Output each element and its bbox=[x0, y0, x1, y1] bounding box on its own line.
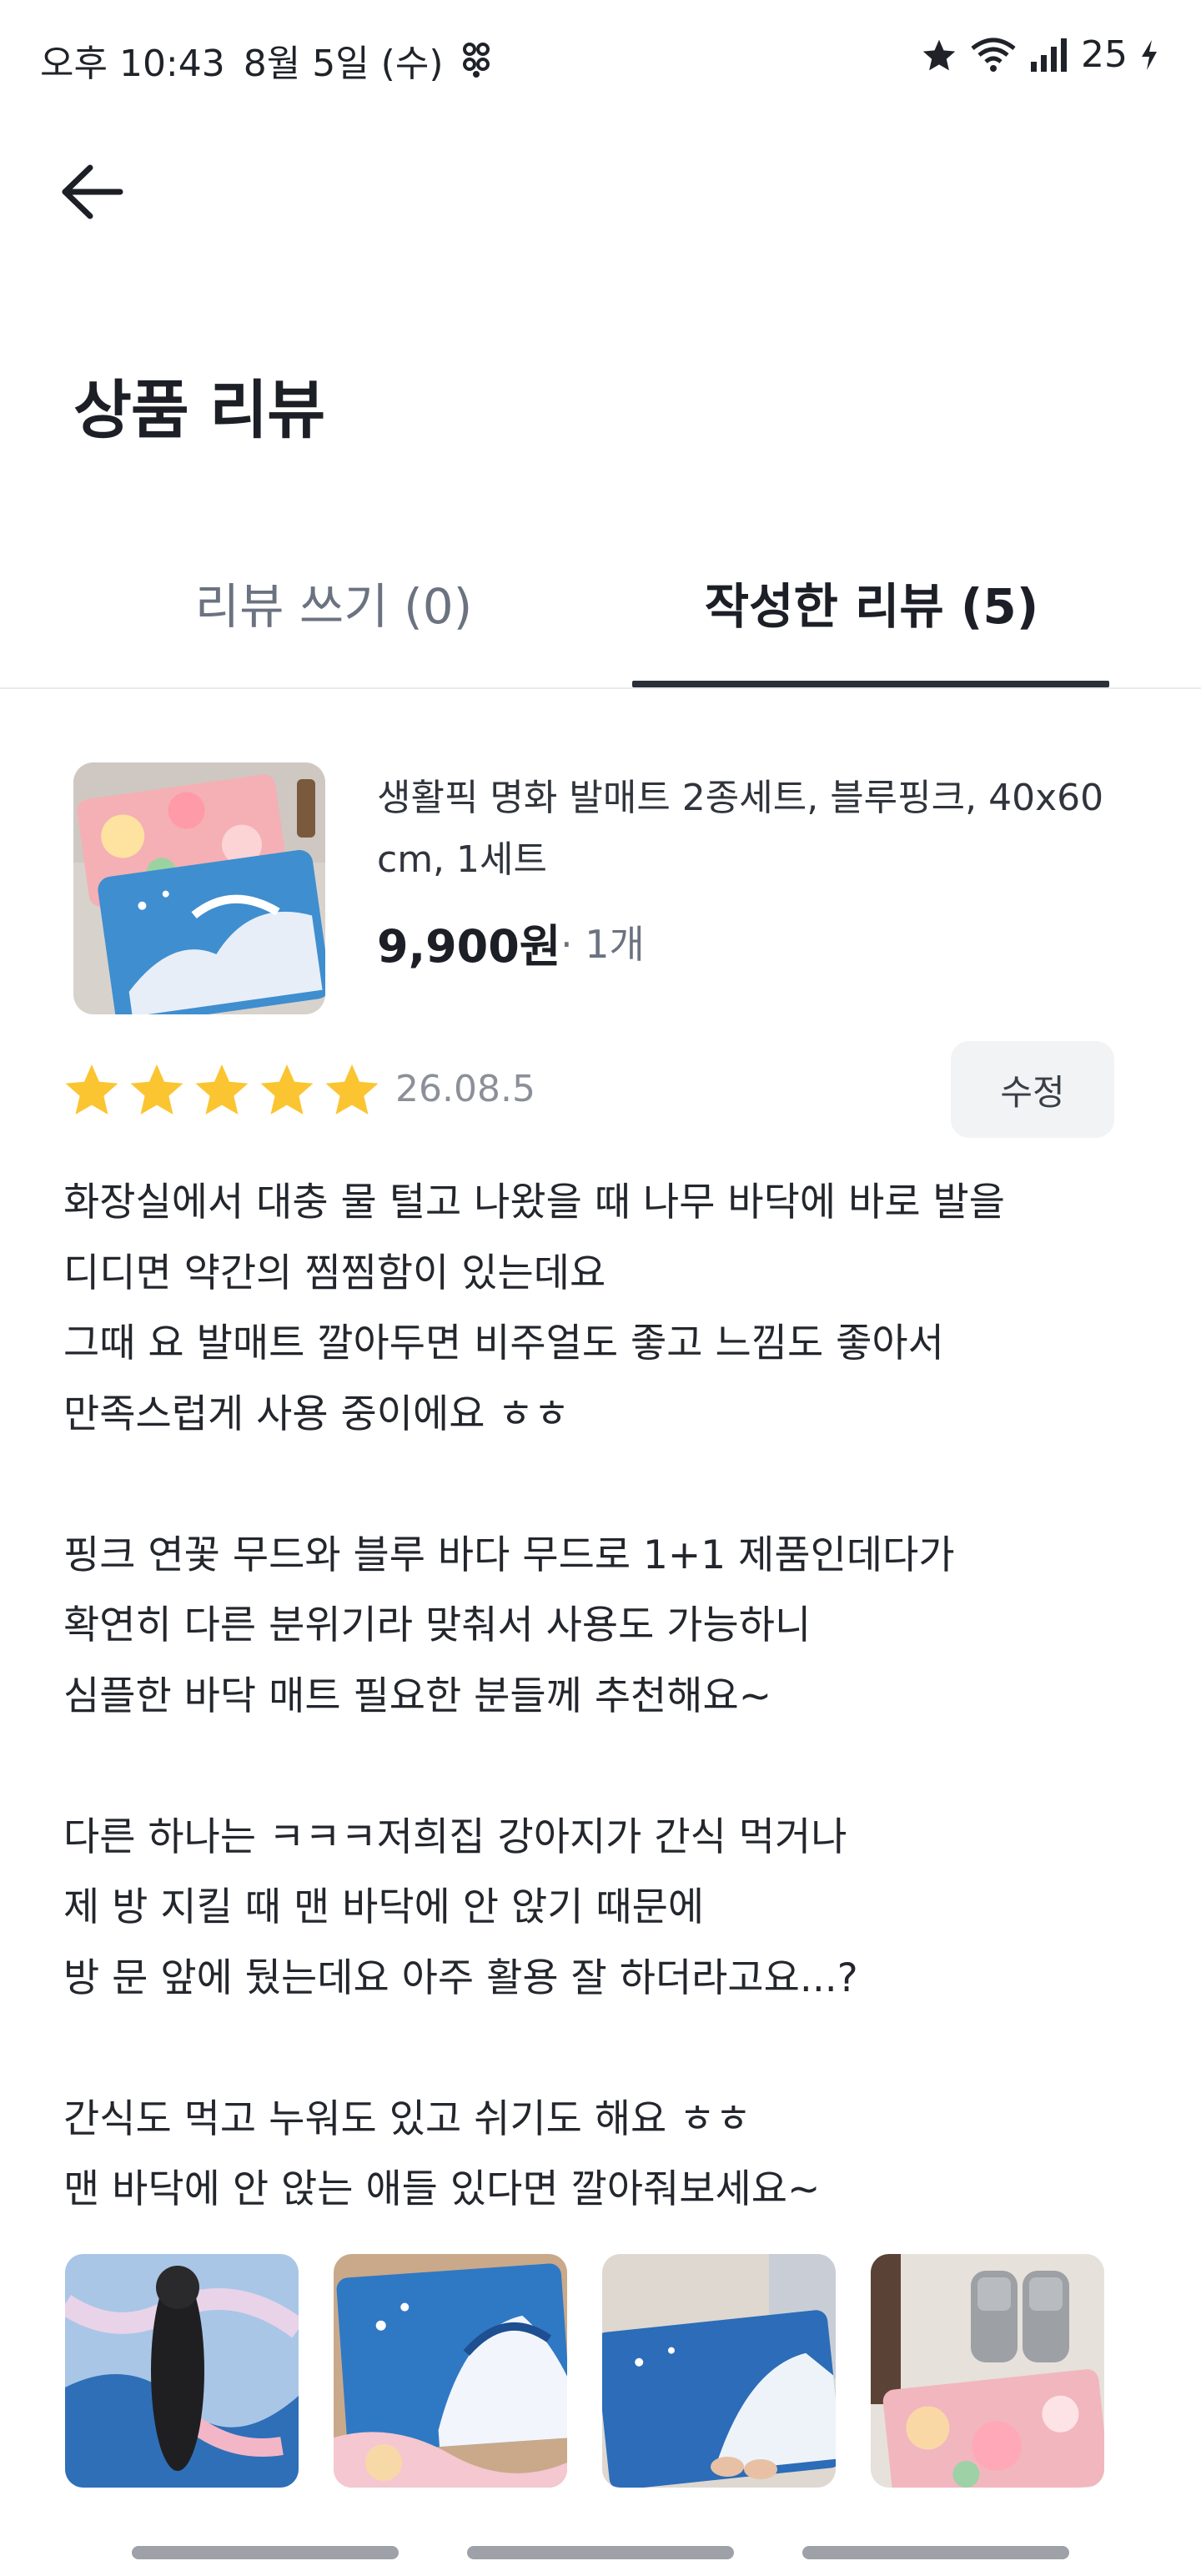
product-quantity: · 1개 bbox=[560, 922, 645, 967]
star-icon bbox=[130, 1064, 183, 1114]
charging-icon bbox=[1139, 38, 1159, 72]
star-icon bbox=[260, 1064, 314, 1114]
review-line: 심플한 바닥 매트 필요한 분들께 추천해요~ bbox=[63, 1673, 772, 1719]
status-right: 25 bbox=[921, 33, 1159, 76]
link-icon bbox=[461, 41, 491, 79]
review-line: 간식도 먹고 누워도 있고 쉬기도 해요 ㅎㅎ bbox=[63, 2096, 751, 2142]
back-button[interactable] bbox=[50, 150, 133, 234]
review-line bbox=[63, 2014, 1148, 2085]
review-text: 화장실에서 대충 물 털고 나왔을 때 나무 바닥에 바로 발을 디디면 약간의… bbox=[63, 1168, 1148, 2226]
review-photo[interactable] bbox=[871, 2254, 1104, 2488]
status-time: 오후 10:43 bbox=[40, 43, 225, 85]
status-date: 8월 5일 (수) bbox=[243, 43, 444, 85]
product-name[interactable]: 생활픽 명화 발매트 2종세트, 블루핑크, 40x60 cm, 1세트 bbox=[377, 767, 1128, 891]
review-line: 맨 바닥에 안 앉는 애들 있다면 깔아줘보세요~ bbox=[63, 2166, 821, 2212]
scroll-pill bbox=[467, 2546, 734, 2559]
review-line: 방 문 앞에 뒀는데요 아주 활용 잘 하더라고요...? bbox=[63, 1955, 858, 2001]
arrow-left-icon bbox=[62, 164, 123, 219]
wifi-icon bbox=[969, 37, 1018, 73]
product-price: 9,900원 bbox=[377, 920, 561, 973]
review-line: 화장실에서 대충 물 털고 나왔을 때 나무 바닥에 바로 발을 bbox=[63, 1180, 1005, 1225]
review-line: 그때 요 발매트 깔아두면 비주얼도 좋고 느낌도 좋아서 bbox=[63, 1321, 944, 1366]
tab-active-indicator bbox=[632, 681, 1109, 687]
product-thumbnail[interactable] bbox=[73, 762, 325, 1014]
battery-level: 25 bbox=[1081, 33, 1128, 76]
review-line bbox=[63, 1450, 1148, 1521]
page-title: 상품 리뷰 bbox=[73, 373, 325, 447]
scroll-pill bbox=[132, 2546, 399, 2559]
review-line: 디디면 약간의 찜찜함이 있는데요 bbox=[63, 1250, 606, 1296]
star-icon bbox=[325, 1064, 379, 1114]
star-rating bbox=[62, 1059, 382, 1119]
product-name-line: 생활픽 명화 발매트 2종세트, 블루핑크, 40x60 bbox=[377, 777, 1104, 819]
review-line bbox=[63, 1732, 1148, 1803]
review-photo[interactable] bbox=[602, 2254, 836, 2488]
tab-bar: 리뷰 쓰기 (0) 작성한 리뷰 (5) bbox=[0, 534, 1201, 689]
scroll-pill bbox=[802, 2546, 1069, 2559]
star-status-icon bbox=[921, 37, 957, 73]
signal-icon bbox=[1029, 37, 1069, 73]
tab-written-reviews[interactable]: 작성한 리뷰 (5) bbox=[634, 567, 1109, 684]
review-photo[interactable] bbox=[334, 2254, 567, 2488]
star-icon bbox=[195, 1064, 249, 1114]
edit-button[interactable]: 수정 bbox=[951, 1041, 1114, 1138]
star-icon bbox=[65, 1064, 118, 1114]
status-bar: 오후 10:43 8월 5일 (수) 25 bbox=[0, 0, 1201, 117]
review-photo[interactable] bbox=[65, 2254, 299, 2488]
product-name-line: cm, 1세트 bbox=[377, 838, 547, 881]
tab-write-review[interactable]: 리뷰 쓰기 (0) bbox=[125, 567, 542, 684]
review-photos bbox=[65, 2254, 1104, 2488]
review-line: 핑크 연꽃 무드와 블루 바다 무드로 1+1 제품인데다가 bbox=[63, 1532, 955, 1578]
status-left: 오후 10:43 8월 5일 (수) bbox=[40, 33, 491, 87]
review-line: 다른 하나는 ㅋㅋㅋ저희집 강아지가 간식 먹거나 bbox=[63, 1814, 847, 1860]
review-line: 확연히 다른 분위기라 맞춰서 사용도 가능하니 bbox=[63, 1602, 812, 1648]
review-line: 만족스럽게 사용 중이에요 ㅎㅎ bbox=[63, 1391, 570, 1437]
review-date: 26.08.5 bbox=[395, 1068, 535, 1110]
review-line: 제 방 지킬 때 맨 바닥에 안 앉기 때문에 bbox=[63, 1884, 705, 1930]
